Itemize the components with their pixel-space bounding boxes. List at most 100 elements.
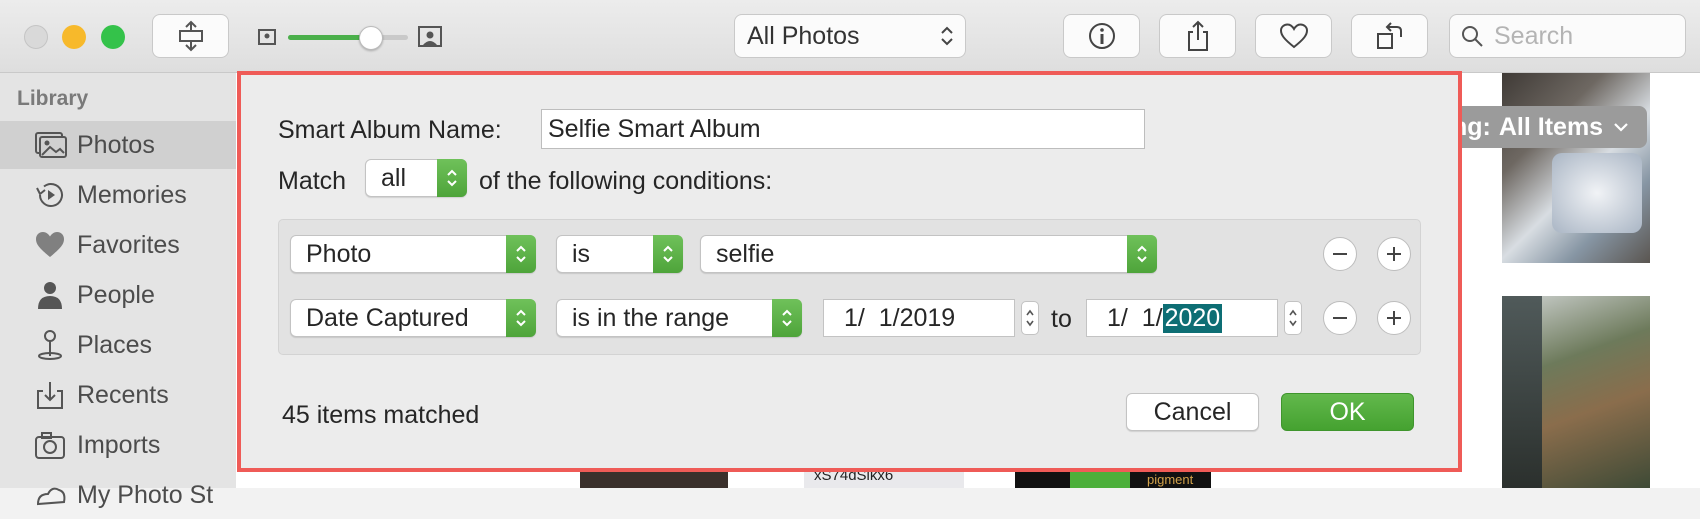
popup-stepper bbox=[772, 299, 802, 337]
sidebar-item-label: My Photo St bbox=[77, 480, 214, 509]
items-matched-count: 45 items matched bbox=[282, 401, 480, 429]
rule1-value-popup[interactable]: selfie bbox=[700, 235, 1157, 273]
match-popup-value: all bbox=[381, 163, 407, 192]
search-field[interactable] bbox=[1449, 14, 1686, 58]
ok-button[interactable]: OK bbox=[1281, 393, 1414, 431]
match-label: Match bbox=[278, 167, 347, 195]
rule1-field: Photo bbox=[306, 239, 372, 268]
sidebar-item-label: Photos bbox=[77, 130, 155, 159]
thumbnail-text: pigment bbox=[1147, 472, 1194, 487]
sidebar-item-photos[interactable]: Photos bbox=[0, 121, 236, 169]
sidebar-item-label: Imports bbox=[77, 430, 161, 459]
start-date-field[interactable]: 1/ 1/2019 bbox=[823, 299, 1015, 337]
person-icon bbox=[38, 282, 62, 309]
photo-thumbnail[interactable]: pigment bbox=[1015, 472, 1211, 488]
pin-icon bbox=[38, 330, 62, 360]
small-photo-icon bbox=[258, 29, 276, 45]
rule1-operator-popup[interactable]: is bbox=[556, 235, 683, 273]
up-down-arrows-icon bbox=[941, 26, 953, 46]
photo-thumbnail[interactable] bbox=[580, 472, 728, 488]
rule2-field-popup[interactable]: Date Captured bbox=[290, 299, 536, 337]
end-date-field[interactable]: 1/ 1/2020 bbox=[1086, 299, 1278, 337]
album-popup[interactable]: All Photos bbox=[734, 14, 966, 58]
sidebar: Library Photos Memories Favorites People bbox=[0, 73, 236, 509]
plus-icon bbox=[1387, 247, 1401, 261]
up-down-arrows-icon bbox=[1289, 309, 1297, 327]
showing-filter-button[interactable]: ng: All Items bbox=[1440, 106, 1648, 148]
popup-stepper bbox=[506, 299, 536, 337]
start-date-stepper[interactable] bbox=[1021, 301, 1039, 335]
add-rule-button[interactable] bbox=[1377, 237, 1411, 271]
photos-icon bbox=[35, 132, 67, 158]
album-popup-label: All Photos bbox=[747, 21, 860, 50]
expand-vertical-icon bbox=[178, 20, 203, 52]
end-date-prefix: 1/ 1/ bbox=[1107, 303, 1163, 332]
heart-icon bbox=[36, 232, 64, 257]
end-date-year-selected[interactable]: 2020 bbox=[1162, 303, 1223, 333]
sidebar-item-label: People bbox=[77, 280, 155, 309]
info-button[interactable] bbox=[1063, 14, 1140, 58]
album-name-label: Smart Album Name: bbox=[278, 116, 502, 144]
rule1-field-popup[interactable]: Photo bbox=[290, 235, 536, 273]
zoom-slider[interactable] bbox=[288, 26, 408, 50]
popup-stepper bbox=[1127, 235, 1157, 273]
photo-thumbnail[interactable] bbox=[1502, 296, 1650, 488]
favorite-button[interactable] bbox=[1255, 14, 1332, 58]
sidebar-item-label: Memories bbox=[77, 180, 187, 209]
zoom-slider-thumb[interactable] bbox=[358, 26, 383, 50]
rule2-operator: is in the range bbox=[572, 303, 730, 332]
minus-icon bbox=[1333, 253, 1347, 255]
range-to-label: to bbox=[1051, 305, 1072, 333]
sidebar-item-recents[interactable]: Recents bbox=[0, 371, 236, 419]
sidebar-item-places[interactable]: Places bbox=[0, 321, 236, 369]
photo-thumbnail[interactable] bbox=[1502, 73, 1650, 263]
match-popup[interactable]: all bbox=[365, 159, 467, 197]
zoom-window-button[interactable] bbox=[101, 25, 125, 49]
sidebar-item-label: Places bbox=[77, 330, 153, 359]
end-date-stepper[interactable] bbox=[1284, 301, 1302, 335]
close-window-button[interactable] bbox=[24, 25, 48, 49]
sidebar-item-label: Favorites bbox=[77, 230, 180, 259]
sidebar-item-my-photo-stream[interactable]: My Photo St bbox=[0, 471, 236, 519]
sidebar-item-label: Recents bbox=[77, 380, 169, 409]
minimize-window-button[interactable] bbox=[62, 25, 86, 49]
plus-icon bbox=[1387, 311, 1401, 325]
stream-icon bbox=[36, 487, 66, 506]
rule1-value: selfie bbox=[716, 239, 775, 268]
heart-icon bbox=[1279, 23, 1308, 49]
rule2-operator-popup[interactable]: is in the range bbox=[556, 299, 802, 337]
thumbnail-detail bbox=[1070, 472, 1130, 488]
remove-rule-button[interactable] bbox=[1323, 237, 1357, 271]
recents-icon bbox=[37, 382, 63, 409]
thumbnail-detail bbox=[1502, 296, 1542, 488]
start-date-value: 1/ 1/2019 bbox=[844, 303, 956, 332]
toolbar: All Photos bbox=[0, 0, 1700, 73]
up-down-arrows-icon bbox=[516, 245, 526, 263]
search-icon bbox=[1462, 26, 1483, 47]
toggle-sidebar-button[interactable] bbox=[152, 14, 229, 58]
up-down-arrows-icon bbox=[663, 245, 673, 263]
share-icon bbox=[1187, 20, 1208, 51]
up-down-arrows-icon bbox=[782, 309, 792, 327]
showing-value: All Items bbox=[1498, 112, 1604, 141]
imports-icon bbox=[35, 432, 65, 459]
popup-stepper bbox=[506, 235, 536, 273]
sidebar-item-favorites[interactable]: Favorites bbox=[0, 221, 236, 269]
rule1-operator: is bbox=[572, 239, 591, 268]
sidebar-item-people[interactable]: People bbox=[0, 271, 236, 319]
remove-rule-button[interactable] bbox=[1323, 301, 1357, 335]
sidebar-item-imports[interactable]: Imports bbox=[0, 421, 236, 469]
sidebar-item-memories[interactable]: Memories bbox=[0, 171, 236, 219]
up-down-arrows-icon bbox=[516, 309, 526, 327]
album-name-field[interactable] bbox=[541, 109, 1145, 149]
share-button[interactable] bbox=[1159, 14, 1236, 58]
popup-stepper bbox=[653, 235, 683, 273]
rotate-button[interactable] bbox=[1351, 14, 1428, 58]
info-icon bbox=[1088, 23, 1115, 49]
search-input[interactable] bbox=[1492, 20, 1676, 52]
up-down-arrows-icon bbox=[1137, 245, 1147, 263]
cancel-button[interactable]: Cancel bbox=[1126, 393, 1259, 431]
add-rule-button[interactable] bbox=[1377, 301, 1411, 335]
up-down-arrows-icon bbox=[447, 169, 457, 187]
zoom-slider-fill bbox=[288, 35, 370, 40]
